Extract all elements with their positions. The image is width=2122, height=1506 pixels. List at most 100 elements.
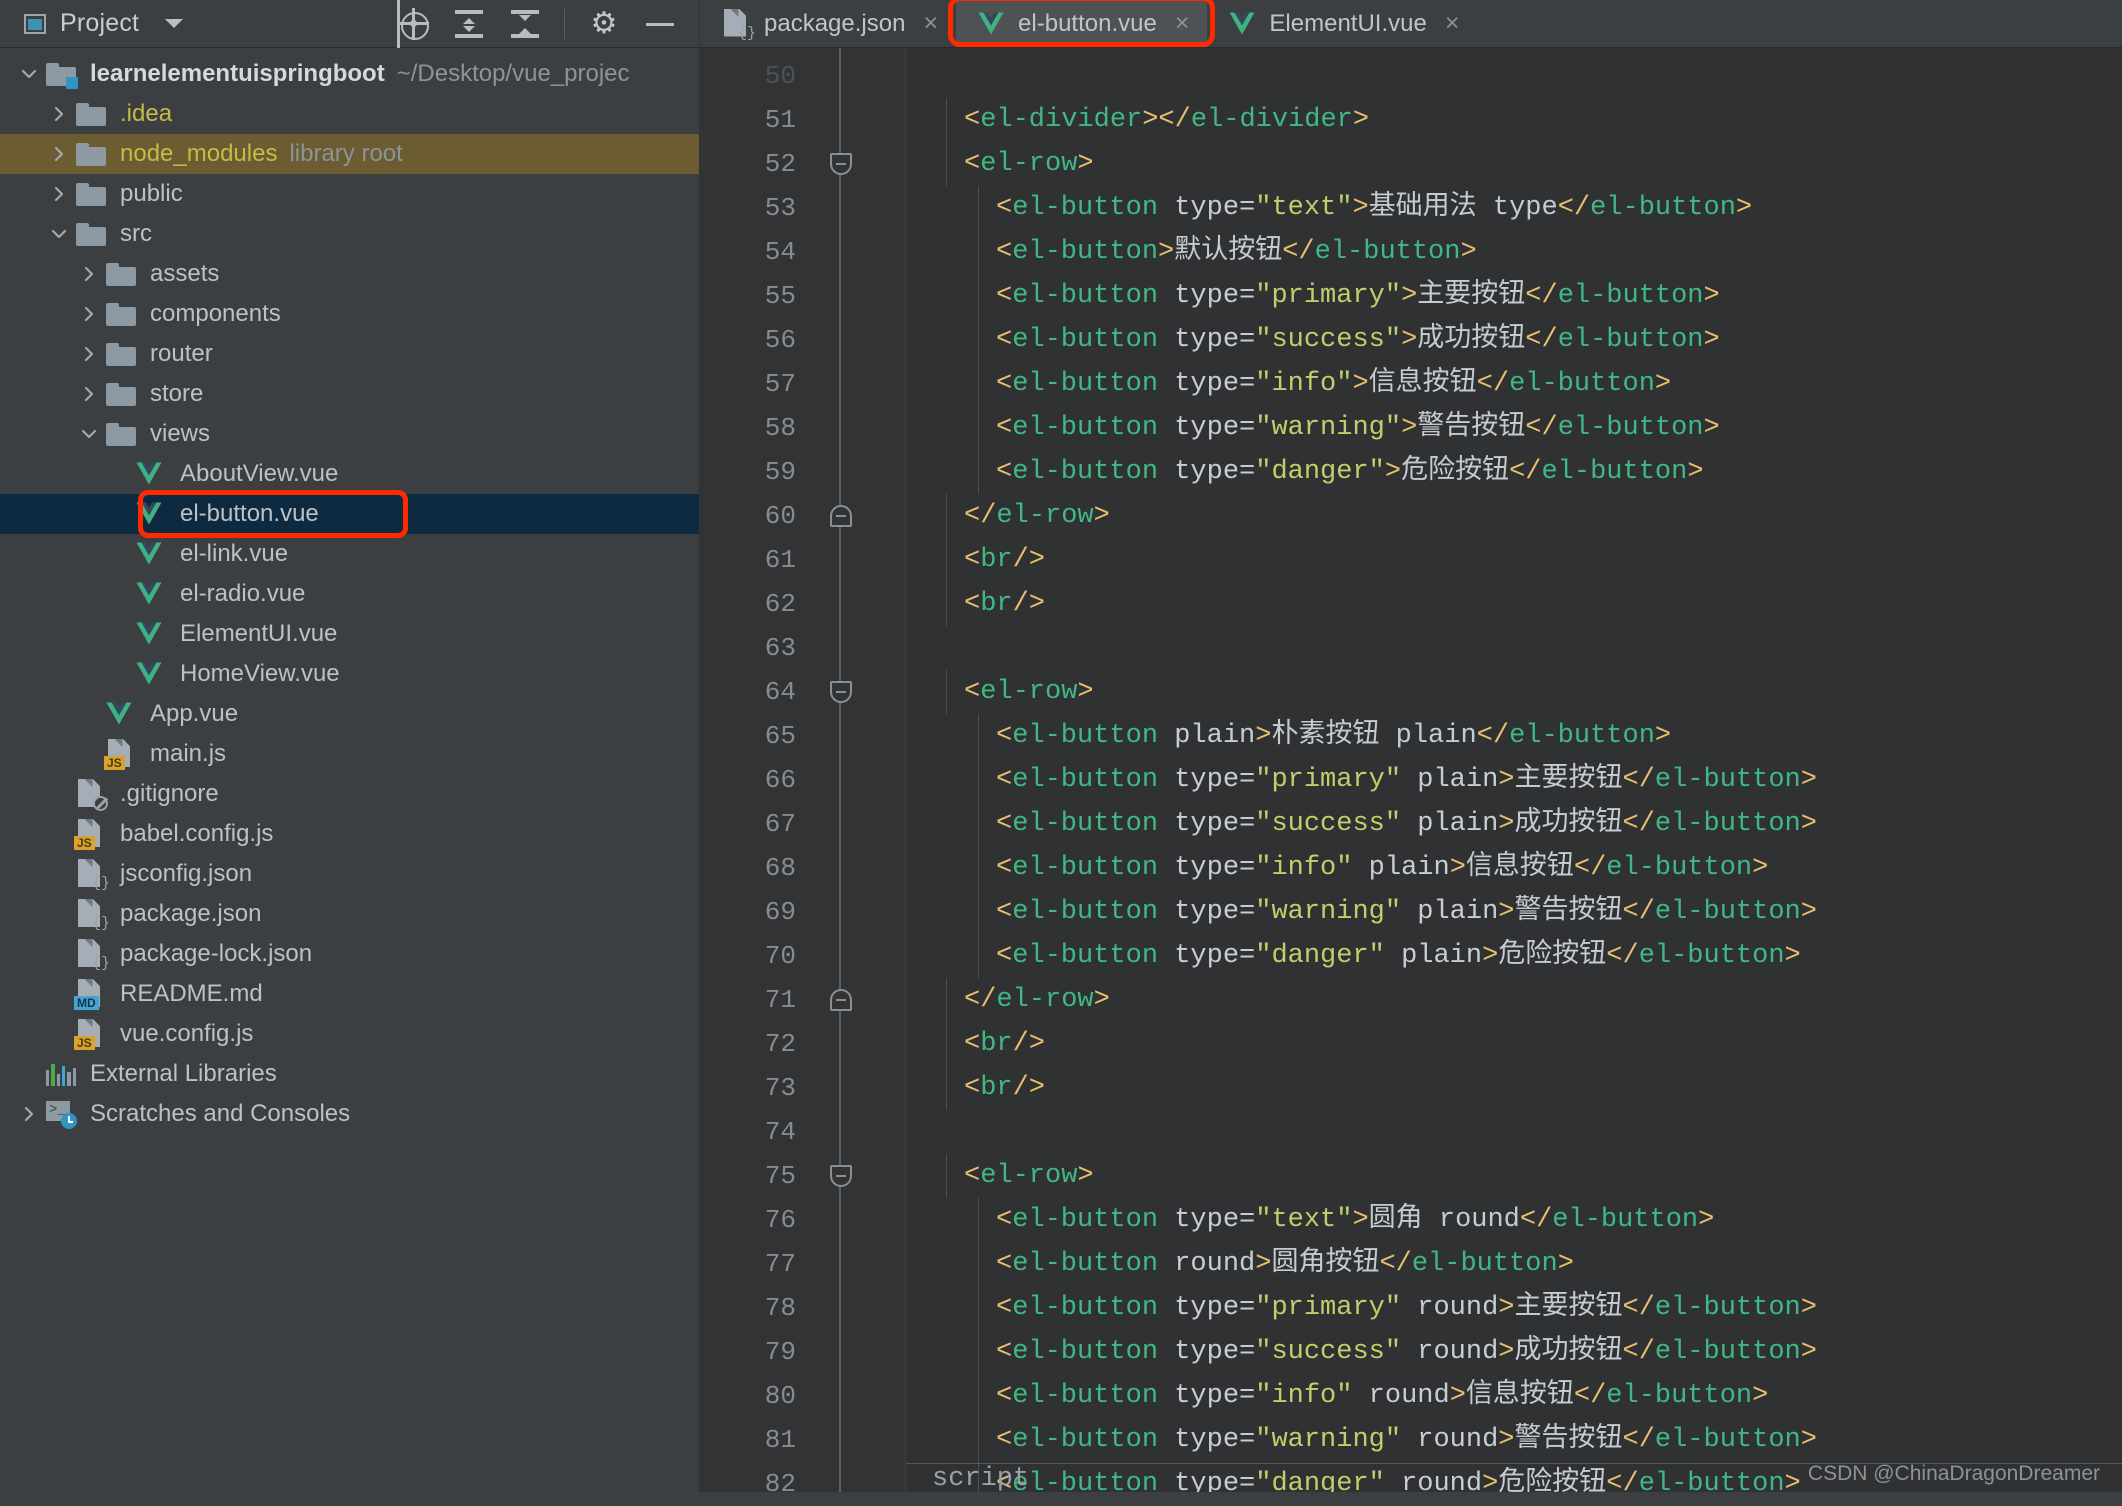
tree-item-babel-config-js[interactable]: JS babel.config.js: [0, 814, 699, 854]
code-line[interactable]: <el-button type="warning" round>警告按钮</el…: [932, 1418, 2122, 1462]
editor-gutter[interactable]: 50 51 52 53 54 55 56 57 58 59 60 61 62 63 64 65 66 67 68 69…: [700, 48, 906, 1499]
code-line[interactable]: <el-button type="success" round>成功按钮</el…: [932, 1330, 2122, 1374]
code-line[interactable]: <el-button type="warning" plain>警告按钮</el…: [932, 890, 2122, 934]
close-icon[interactable]: ×: [1175, 11, 1190, 36]
code-line[interactable]: <el-button type="text">基础用法 type</el-but…: [932, 186, 2122, 230]
tree-item-package-json[interactable]: {} package.json: [0, 894, 699, 934]
tree-item-public[interactable]: public: [0, 174, 699, 214]
chevron-right-icon[interactable]: [42, 144, 76, 164]
code-line[interactable]: <el-button type="primary" plain>主要按钮</el…: [932, 758, 2122, 802]
tree-item--gitignore[interactable]: .gitignore: [0, 774, 699, 814]
code-line[interactable]: [932, 54, 2122, 98]
chevron-right-icon[interactable]: [42, 184, 76, 204]
code-line[interactable]: <el-button type="primary" round>主要按钮</el…: [932, 1286, 2122, 1330]
tab-ElementUI-vue[interactable]: ElementUI.vue ×: [1207, 0, 1477, 47]
tree-item-vue-config-js[interactable]: JS vue.config.js: [0, 1014, 699, 1054]
fold-marker-close[interactable]: [830, 505, 852, 527]
close-icon[interactable]: ×: [1445, 11, 1460, 36]
tree-item-node-modules[interactable]: node_modules library root: [0, 134, 699, 174]
tree-item-el-link-vue[interactable]: el-link.vue: [0, 534, 699, 574]
code-line[interactable]: <el-row>: [932, 1154, 2122, 1198]
tree-item-views[interactable]: views: [0, 414, 699, 454]
chevron-down-icon[interactable]: [12, 64, 46, 84]
tree-item-assets[interactable]: assets: [0, 254, 699, 294]
code-editor[interactable]: 50 51 52 53 54 55 56 57 58 59 60 61 62 63 64 65 66 67 68 69…: [700, 48, 2122, 1499]
tree-item-readme-md[interactable]: MD README.md: [0, 974, 699, 1014]
gear-icon[interactable]: ⚙: [587, 7, 621, 41]
tree-item-app-vue[interactable]: App.vue: [0, 694, 699, 734]
tree-item-el-radio-vue[interactable]: el-radio.vue: [0, 574, 699, 614]
close-icon[interactable]: ×: [923, 11, 938, 36]
code-line[interactable]: <el-button type="info" round>信息按钮</el-bu…: [932, 1374, 2122, 1418]
code-line[interactable]: <el-button>默认按钮</el-button>: [932, 230, 2122, 274]
chevron-right-icon[interactable]: [72, 384, 106, 404]
tree-item-store[interactable]: store: [0, 374, 699, 414]
code-line[interactable]: <br/>: [932, 538, 2122, 582]
chevron-down-icon[interactable]: [165, 19, 184, 28]
expand-all-icon[interactable]: [452, 7, 486, 41]
tree-item-router[interactable]: router: [0, 334, 699, 374]
line-number: 70: [764, 941, 796, 971]
tree-item-scratches-and-consoles[interactable]: >_ Scratches and Consoles: [0, 1094, 699, 1134]
line-number: 82: [764, 1469, 796, 1499]
tree-item--idea[interactable]: .idea: [0, 94, 699, 134]
chevron-right-icon[interactable]: [72, 264, 106, 284]
code-line[interactable]: </el-row>: [932, 494, 2122, 538]
tree-item-elementui-vue[interactable]: ElementUI.vue: [0, 614, 699, 654]
code-line[interactable]: <el-row>: [932, 670, 2122, 714]
tab-package-json[interactable]: {} package.json ×: [700, 0, 956, 47]
code-line[interactable]: <el-button type="danger">危险按钮</el-button…: [932, 450, 2122, 494]
tree-item-jsconfig-json[interactable]: {} jsconfig.json: [0, 854, 699, 894]
code-line[interactable]: <br/>: [932, 1066, 2122, 1110]
fold-marker-close[interactable]: [830, 989, 852, 1011]
code-line[interactable]: <br/>: [932, 1022, 2122, 1066]
code-line[interactable]: <el-button type="danger" plain>危险按钮</el-…: [932, 934, 2122, 978]
code-line[interactable]: <el-button type="text">圆角 round</el-butt…: [932, 1198, 2122, 1242]
code-token: <: [996, 765, 1013, 795]
code-line[interactable]: <el-button type="primary">主要按钮</el-butto…: [932, 274, 2122, 318]
code-token: <: [996, 369, 1013, 399]
code-line[interactable]: <el-button type="success">成功按钮</el-butto…: [932, 318, 2122, 362]
code-line[interactable]: <el-button type="info" plain>信息按钮</el-bu…: [932, 846, 2122, 890]
md-file-icon: MD: [74, 979, 104, 1010]
chevron-right-icon[interactable]: [12, 1104, 46, 1124]
code-line[interactable]: <el-button type="warning">警告按钮</el-butto…: [932, 406, 2122, 450]
code-line[interactable]: <br/>: [932, 582, 2122, 626]
chevron-right-icon[interactable]: [42, 104, 76, 124]
chevron-down-icon[interactable]: [72, 424, 106, 444]
code-line[interactable]: <el-button type="success" plain>成功按钮</el…: [932, 802, 2122, 846]
chevron-right-icon[interactable]: [72, 344, 106, 364]
locate-icon[interactable]: [396, 7, 430, 41]
fold-marker-open[interactable]: [830, 681, 852, 703]
chevron-down-icon[interactable]: [42, 224, 76, 244]
fold-marker-open[interactable]: [830, 153, 852, 175]
tree-item-package-lock-json[interactable]: {} package-lock.json: [0, 934, 699, 974]
code-line[interactable]: <el-divider></el-divider>: [932, 98, 2122, 142]
tree-item-src[interactable]: src: [0, 214, 699, 254]
tree-item-components[interactable]: components: [0, 294, 699, 334]
code-token: el-divider: [1190, 105, 1353, 135]
code-line[interactable]: [932, 626, 2122, 670]
tree-item-homeview-vue[interactable]: HomeView.vue: [0, 654, 699, 694]
project-tree[interactable]: learnelementuispringboot ~/Desktop/vue_pr…: [0, 48, 700, 1492]
minimize-icon[interactable]: [643, 7, 677, 41]
collapse-all-icon[interactable]: [508, 7, 542, 41]
tree-item-aboutview-vue[interactable]: AboutView.vue: [0, 454, 699, 494]
tab-el-button-vue[interactable]: el-button.vue ×: [956, 0, 1208, 47]
tree-item-el-button-vue[interactable]: el-button.vue: [0, 494, 699, 534]
code-area[interactable]: <el-divider></el-divider> <el-row> <el-but…: [906, 48, 2122, 1492]
code-line[interactable]: <el-button round>圆角按钮</el-button>: [932, 1242, 2122, 1286]
code-line[interactable]: <el-row>: [932, 142, 2122, 186]
tree-item-learnelementuispringboot[interactable]: learnelementuispringboot ~/Desktop/vue_pr…: [0, 54, 699, 94]
fold-marker-open[interactable]: [830, 1165, 852, 1187]
tree-item-external-libraries[interactable]: External Libraries: [0, 1054, 699, 1094]
chevron-right-icon[interactable]: [72, 304, 106, 324]
code-token: >: [1800, 809, 1817, 839]
code-line[interactable]: <el-button plain>朴素按钮 plain</el-button>: [932, 714, 2122, 758]
code-line[interactable]: <el-button type="info">信息按钮</el-button>: [932, 362, 2122, 406]
tree-item-label: store: [150, 380, 204, 407]
tree-item-main-js[interactable]: JS main.js: [0, 734, 699, 774]
code-line[interactable]: </el-row>: [932, 978, 2122, 1022]
code-line[interactable]: [932, 1110, 2122, 1154]
code-token: el-button: [1552, 1205, 1699, 1235]
